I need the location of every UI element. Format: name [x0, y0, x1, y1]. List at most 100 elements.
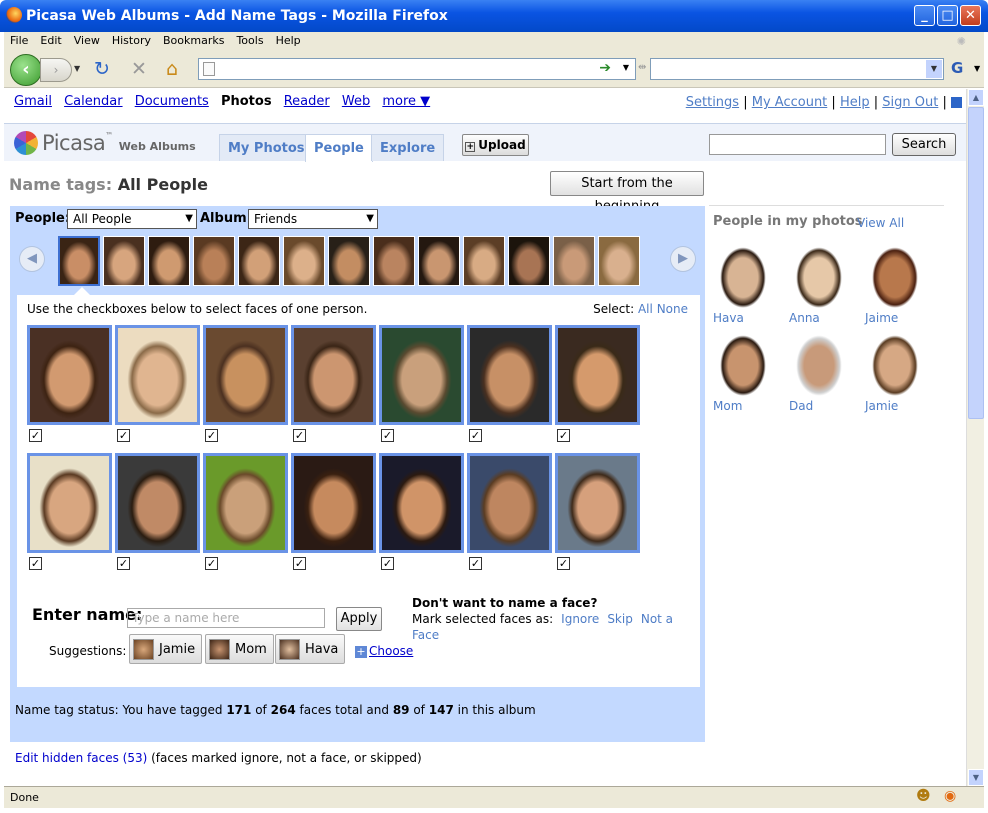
face-thumbnail[interactable] — [328, 236, 370, 286]
home-icon[interactable]: ⌂ — [166, 58, 178, 80]
close-button[interactable]: ✕ — [960, 5, 981, 26]
face-thumbnail[interactable] — [373, 236, 415, 286]
browser-search-bar[interactable]: ▼ — [650, 58, 944, 80]
start-beginning-button[interactable]: Start from the beginning — [550, 171, 704, 214]
face-checkbox[interactable]: ✓ — [29, 557, 42, 570]
person-dad[interactable]: Dad — [789, 326, 851, 413]
face-photo[interactable] — [555, 453, 640, 553]
forward-button[interactable]: › — [40, 58, 72, 82]
strip-next-button[interactable]: ▶ — [670, 246, 696, 272]
face-thumbnail[interactable] — [193, 236, 235, 286]
person-name[interactable]: Jaime — [865, 311, 927, 325]
apply-button[interactable]: Apply — [336, 607, 382, 631]
face-checkbox[interactable]: ✓ — [117, 429, 130, 442]
person-anna[interactable]: Anna — [789, 238, 851, 325]
minimize-button[interactable]: _ — [914, 5, 935, 26]
person-jaime[interactable]: Jaime — [865, 238, 927, 325]
sign-out-link[interactable]: Sign Out — [882, 95, 938, 110]
face-thumbnail[interactable] — [283, 236, 325, 286]
suggestion-jamie[interactable]: Jamie — [129, 634, 203, 664]
face-thumbnail[interactable] — [103, 236, 145, 286]
person-name[interactable]: Mom — [713, 399, 775, 413]
scroll-thumb[interactable] — [968, 107, 984, 419]
person-name[interactable]: Jamie — [865, 399, 927, 413]
person-mom[interactable]: Mom — [713, 326, 775, 413]
go-arrow-icon[interactable]: ➔ — [599, 60, 611, 76]
face-photo[interactable] — [291, 453, 376, 553]
nav-documents[interactable]: Documents — [135, 94, 209, 109]
face-thumbnail[interactable] — [553, 236, 595, 286]
face-checkbox[interactable]: ✓ — [205, 429, 218, 442]
face-photo[interactable] — [467, 325, 552, 425]
save-icon[interactable] — [951, 97, 962, 108]
search-button[interactable]: Search — [892, 133, 956, 156]
nav-reader[interactable]: Reader — [284, 94, 330, 109]
face-checkbox[interactable]: ✓ — [381, 429, 394, 442]
face-photo[interactable] — [27, 453, 112, 553]
face-checkbox[interactable]: ✓ — [117, 557, 130, 570]
suggestion-mom[interactable]: Mom — [205, 634, 274, 664]
vertical-scrollbar[interactable]: ▲ ▼ — [966, 89, 984, 786]
skip-link[interactable]: Skip — [607, 612, 633, 626]
search-dropdown-icon[interactable]: ▼ — [926, 60, 942, 78]
menu-help[interactable]: Help — [270, 32, 307, 50]
select-none-link[interactable]: None — [657, 302, 688, 316]
help-link[interactable]: Help — [840, 95, 870, 110]
face-checkbox[interactable]: ✓ — [557, 557, 570, 570]
history-dropdown-icon[interactable]: ▼ — [74, 64, 80, 73]
menu-history[interactable]: History — [106, 32, 157, 50]
menu-bookmarks[interactable]: Bookmarks — [157, 32, 230, 50]
menu-view[interactable]: View — [68, 32, 106, 50]
face-checkbox[interactable]: ✓ — [469, 557, 482, 570]
person-name[interactable]: Hava — [713, 311, 775, 325]
menu-edit[interactable]: Edit — [34, 32, 67, 50]
nav-gmail[interactable]: Gmail — [14, 94, 52, 109]
face-checkbox[interactable]: ✓ — [29, 429, 42, 442]
scroll-up-icon[interactable]: ▲ — [968, 89, 984, 106]
face-checkbox[interactable]: ✓ — [557, 429, 570, 442]
face-checkbox[interactable]: ✓ — [381, 557, 394, 570]
face-photo[interactable] — [203, 325, 288, 425]
addon-icon[interactable]: ☻ — [916, 788, 931, 804]
face-thumbnail[interactable] — [418, 236, 460, 286]
tab-people[interactable]: People — [305, 134, 373, 162]
people-select[interactable]: All People ▼ — [67, 209, 197, 229]
maximize-button[interactable]: □ — [937, 5, 958, 26]
picasa-logo[interactable]: Picasa™ Web Albums — [14, 131, 196, 155]
back-button[interactable]: ‹ — [10, 54, 42, 86]
my-account-link[interactable]: My Account — [752, 95, 828, 110]
face-thumbnail[interactable] — [148, 236, 190, 286]
face-photo[interactable] — [115, 325, 200, 425]
face-checkbox[interactable]: ✓ — [293, 557, 306, 570]
url-bar[interactable]: ➔ ▼ — [198, 58, 636, 80]
person-jamie[interactable]: Jamie — [865, 326, 927, 413]
person-name[interactable]: Dad — [789, 399, 851, 413]
face-thumbnail[interactable] — [508, 236, 550, 286]
face-photo[interactable] — [27, 325, 112, 425]
stop-icon[interactable]: ✕ — [131, 58, 147, 80]
url-dropdown-icon[interactable]: ▼ — [623, 63, 629, 72]
face-checkbox[interactable]: ✓ — [293, 429, 306, 442]
face-thumbnail[interactable] — [238, 236, 280, 286]
menu-file[interactable]: File — [4, 32, 34, 50]
face-photo[interactable] — [203, 453, 288, 553]
face-photo[interactable] — [467, 453, 552, 553]
reload-icon[interactable]: ↻ — [94, 58, 110, 80]
face-checkbox[interactable]: ✓ — [469, 429, 482, 442]
menu-tools[interactable]: Tools — [230, 32, 269, 50]
face-photo[interactable] — [115, 453, 200, 553]
view-all-link[interactable]: View All — [857, 216, 904, 230]
face-photo[interactable] — [555, 325, 640, 425]
edit-hidden-faces-link[interactable]: Edit hidden faces (53) — [15, 751, 147, 765]
face-thumbnail[interactable] — [598, 236, 640, 286]
face-photo[interactable] — [379, 325, 464, 425]
face-photo[interactable] — [379, 453, 464, 553]
google-search-icon[interactable]: G — [951, 59, 963, 77]
nav-web[interactable]: Web — [342, 94, 370, 109]
firefox-status-icon[interactable]: ◉ — [944, 788, 956, 804]
face-photo[interactable] — [291, 325, 376, 425]
scroll-down-icon[interactable]: ▼ — [968, 769, 984, 786]
album-select[interactable]: Friends ▼ — [248, 209, 378, 229]
face-thumbnail[interactable] — [463, 236, 505, 286]
photo-search-input[interactable] — [709, 134, 886, 155]
